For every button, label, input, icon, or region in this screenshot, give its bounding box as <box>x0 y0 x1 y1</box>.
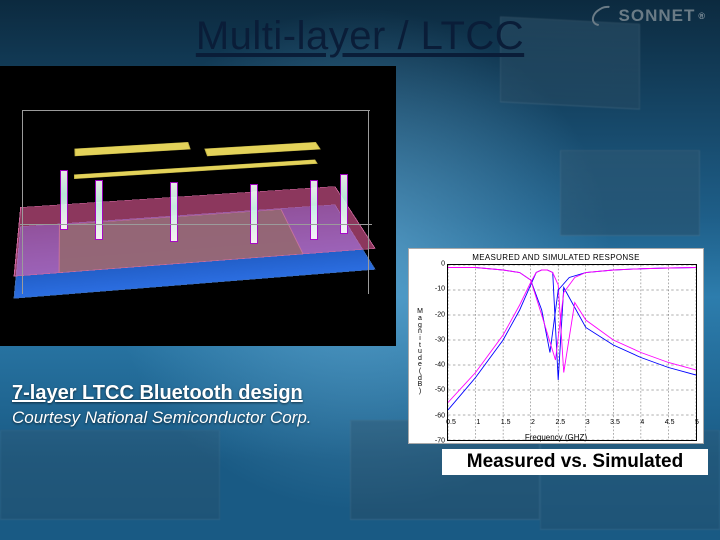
right-caption: Measured vs. Simulated <box>442 449 708 475</box>
chart-yticks: 0-10-20-30-40-50-60-70 <box>425 264 447 441</box>
logo-text: SONNET <box>619 6 696 26</box>
chart-xlabel: Frequency (GHZ) <box>409 433 703 442</box>
chart-plot-area <box>447 264 697 441</box>
left-caption: 7-layer LTCC Bluetooth design Courtesy N… <box>12 382 352 428</box>
background-decor <box>0 430 220 520</box>
left-caption-credit: Courtesy National Semiconductor Corp. <box>12 408 352 428</box>
slide-title: Multi-layer / LTCC <box>196 14 524 59</box>
background-decor <box>560 150 700 236</box>
chart-title: MEASURED AND SIMULATED RESPONSE <box>415 253 697 262</box>
response-chart: MEASURED AND SIMULATED RESPONSE Magnitud… <box>408 248 704 444</box>
chart-svg <box>448 265 696 440</box>
ltcc-3d-render <box>0 66 396 346</box>
slide: SONNET ® Multi-layer / LTCC 7-layer LTCC… <box>0 0 720 540</box>
chart-ylabel: Magnitude (dB) <box>415 264 425 441</box>
background-decor <box>540 430 720 530</box>
brand-logo: SONNET ® <box>591 6 706 26</box>
chart-xticks: 0.511.522.533.544.55 <box>451 419 697 429</box>
logo-trademark: ® <box>698 11 706 21</box>
left-caption-title: 7-layer LTCC Bluetooth design <box>12 382 352 404</box>
